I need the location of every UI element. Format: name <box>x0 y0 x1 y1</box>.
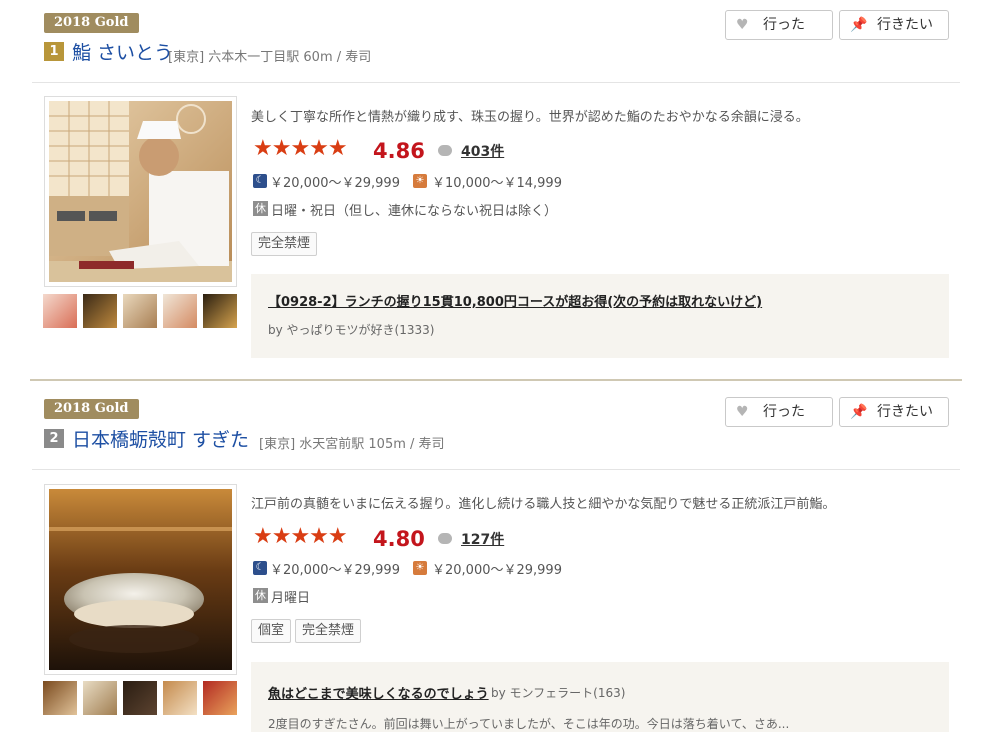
lunch-price: ￥10,000～￥14,999 <box>432 176 562 191</box>
lunch-price: ￥20,000～￥29,999 <box>432 563 562 578</box>
heart-icon: ♥ <box>736 404 749 420</box>
main-photo[interactable] <box>44 96 237 287</box>
want-button[interactable]: 📌 行きたい <box>839 10 949 40</box>
catchphrase: 江戸前の真髄をいまに伝える握り。進化し続ける職人技と細やかな気配りで魅せる正統派… <box>251 497 836 512</box>
dinner-price: ￥20,000～￥29,999 <box>270 563 400 578</box>
review-excerpt: 2度目のすぎたさん。前回は舞い上がっていましたが、そこは年の功。今日は落ち着いて… <box>268 717 790 731</box>
rating-score: 4.86 <box>373 139 425 163</box>
restaurant-meta: [東京] 水天宮前駅 105m / 寿司 <box>259 437 445 452</box>
holiday-text: 日曜・祝日（但し、連休にならない祝日は除く） <box>271 204 558 219</box>
want-label: 行きたい <box>877 404 933 420</box>
divider <box>32 469 960 470</box>
holiday-icon: 休 <box>253 201 268 216</box>
rating-score: 4.80 <box>373 527 425 551</box>
thumbnail[interactable] <box>163 681 197 715</box>
review-box: 魚はどこまで美味しくなるのでしょう by モンフェラート(163) 2度目のすぎ… <box>251 662 949 732</box>
catchphrase: 美しく丁寧な所作と情熱が織り成す、珠玉の握り。世界が認めた鮨のたおやかなる余韻に… <box>251 110 809 125</box>
review-count-link[interactable]: 127件 <box>461 529 504 549</box>
review-count-link[interactable]: 403件 <box>461 141 504 161</box>
want-label: 行きたい <box>877 17 933 33</box>
sushi-photo-image <box>49 489 232 670</box>
thumbnail[interactable] <box>123 294 157 328</box>
tag: 個室 <box>251 619 292 643</box>
thumbnail[interactable] <box>43 681 77 715</box>
award-badge: 2018 Gold <box>44 399 139 419</box>
review-title-link[interactable]: 【0928-2】ランチの握り15貫10,800円コースが超お得(次の予約は取れな… <box>268 291 762 310</box>
review-author[interactable]: by やっぱりモツが好き(1333) <box>268 321 434 338</box>
went-button[interactable]: ♥ 行った <box>725 397 833 427</box>
restaurant-entry: 2018 Gold 1 鮨 さいとう [東京] 六本木一丁目駅 60m / 寿司… <box>0 0 1000 381</box>
went-label: 行った <box>763 404 805 420</box>
restaurant-entry: 2018 Gold 2 日本橋蛎殻町 すぎた [東京] 水天宮前駅 105m /… <box>0 388 1000 732</box>
tag: 完全禁煙 <box>295 619 362 643</box>
divider <box>32 82 960 83</box>
heart-icon: ♥ <box>736 17 749 33</box>
review-title-link[interactable]: 魚はどこまで美味しくなるのでしょう <box>268 683 489 702</box>
main-photo[interactable] <box>44 484 237 675</box>
thumbnail[interactable] <box>163 294 197 328</box>
thumbnail[interactable] <box>123 681 157 715</box>
restaurant-name-link[interactable]: 鮨 さいとう <box>72 38 173 65</box>
pin-icon: 📌 <box>850 17 868 33</box>
speech-bubble-icon <box>438 533 452 544</box>
thumbnail[interactable] <box>43 294 77 328</box>
thumbnail[interactable] <box>83 294 117 328</box>
sun-icon: ☀ <box>413 561 427 575</box>
tag: 完全禁煙 <box>251 232 318 256</box>
chef-photo-image <box>49 101 232 282</box>
sun-icon: ☀ <box>413 174 427 188</box>
entry-separator <box>30 379 962 381</box>
went-button[interactable]: ♥ 行った <box>725 10 833 40</box>
review-author[interactable]: by モンフェラート(163) <box>491 684 625 701</box>
holiday-icon: 休 <box>253 588 268 603</box>
restaurant-meta: [東京] 六本木一丁目駅 60m / 寿司 <box>168 50 372 65</box>
rating-stars: ★★★★★ <box>253 136 348 161</box>
want-button[interactable]: 📌 行きたい <box>839 397 949 427</box>
rating-stars: ★★★★★ <box>253 524 348 549</box>
review-box: 【0928-2】ランチの握り15貫10,800円コースが超お得(次の予約は取れな… <box>251 274 949 358</box>
pin-icon: 📌 <box>850 404 868 420</box>
thumbnail[interactable] <box>83 681 117 715</box>
thumbnail[interactable] <box>203 294 237 328</box>
rank-badge: 2 <box>44 429 64 448</box>
rank-badge: 1 <box>44 42 64 61</box>
restaurant-name-link[interactable]: 日本橋蛎殻町 すぎた <box>72 425 249 452</box>
thumbnail[interactable] <box>203 681 237 715</box>
moon-icon: ☾ <box>253 561 267 575</box>
speech-bubble-icon <box>438 145 452 156</box>
award-badge: 2018 Gold <box>44 13 139 33</box>
moon-icon: ☾ <box>253 174 267 188</box>
went-label: 行った <box>763 17 805 33</box>
holiday-text: 月曜日 <box>271 591 311 606</box>
dinner-price: ￥20,000～￥29,999 <box>270 176 400 191</box>
